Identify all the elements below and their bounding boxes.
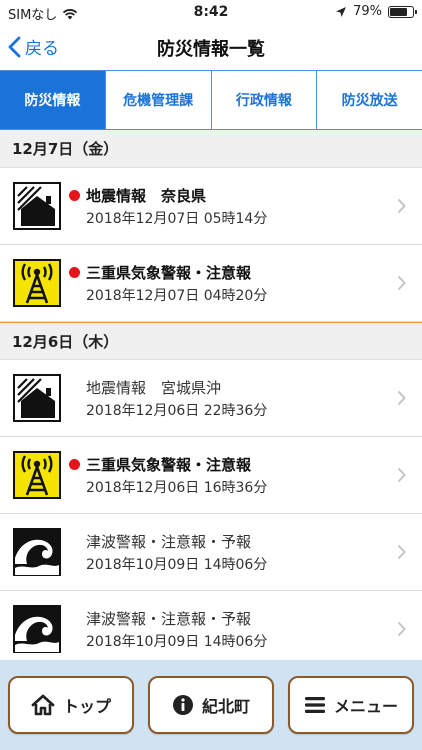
item-date: 2018年10月09日 14時06分 (86, 557, 268, 573)
item-title: 津波警報・注意報・予報 (86, 609, 252, 628)
unread-dot (69, 189, 80, 201)
bottom-toolbar: トップ 紀北町 メニュー (0, 660, 422, 750)
item-title: 地震情報 奈良県 (86, 186, 207, 205)
section-header: 12月6日（木） (0, 322, 422, 360)
unread-dot (69, 458, 80, 470)
item-date: 2018年10月09日 14時06分 (86, 634, 268, 650)
list-item[interactable]: 津波警報・注意報・予報 2018年10月09日 14時06分 (0, 591, 422, 660)
item-title: 三重県気象警報・注意報 (86, 263, 252, 282)
town-button-label: 紀北町 (201, 697, 250, 716)
battery-icon (388, 5, 417, 18)
location-arrow-icon (336, 6, 347, 17)
battery-fill (390, 7, 407, 16)
item-date: 2018年12月06日 22時36分 (86, 403, 268, 419)
chevron-right-icon (397, 621, 406, 637)
chevron-right-icon (397, 390, 406, 406)
battery-percent: 79% (353, 4, 382, 19)
weather-warning-icon (13, 451, 61, 499)
chevron-right-icon (397, 198, 406, 214)
list-item[interactable]: 三重県気象警報・注意報 2018年12月07日 04時20分 (0, 245, 422, 322)
tab-bousai-info[interactable]: 防災情報 (0, 71, 106, 129)
menu-button-label: メニュー (333, 697, 398, 716)
menu-button[interactable]: メニュー (288, 676, 414, 734)
tab-administrative-info[interactable]: 行政情報 (212, 71, 318, 129)
tab-bousai-broadcast[interactable]: 防災放送 (317, 71, 422, 129)
category-tabs: 防災情報 危機管理課 行政情報 防災放送 (0, 70, 422, 130)
page-title: 防災情報一覧 (157, 39, 265, 60)
tsunami-icon (13, 528, 61, 576)
earthquake-icon (13, 374, 61, 422)
item-date: 2018年12月06日 16時36分 (86, 480, 268, 496)
weather-warning-icon (13, 259, 61, 307)
top-button[interactable]: トップ (8, 676, 134, 734)
status-bar: SIMなし 8:42 79% (0, 0, 422, 24)
disaster-info-list[interactable]: 12月7日（金） 地震情報 奈良県 2018年12月07日 05時14分 三重県… (0, 130, 422, 660)
earthquake-icon (13, 182, 61, 230)
list-item[interactable]: 地震情報 奈良県 2018年12月07日 05時14分 (0, 168, 422, 245)
item-title: 津波警報・注意報・予報 (86, 532, 252, 551)
item-title: 三重県気象警報・注意報 (86, 455, 252, 474)
chevron-right-icon (397, 275, 406, 291)
unread-dot (69, 266, 80, 278)
section-header: 12月7日（金） (0, 130, 422, 168)
hamburger-menu-icon (304, 696, 326, 714)
town-button[interactable]: 紀北町 (148, 676, 274, 734)
chevron-right-icon (397, 544, 406, 560)
tsunami-icon (13, 605, 61, 653)
list-item[interactable]: 津波警報・注意報・予報 2018年10月09日 14時06分 (0, 514, 422, 591)
item-date: 2018年12月07日 04時20分 (86, 288, 268, 304)
chevron-right-icon (397, 467, 406, 483)
top-button-label: トップ (62, 697, 111, 716)
nav-bar: 戻る 防災情報一覧 (0, 24, 422, 70)
list-item[interactable]: 三重県気象警報・注意報 2018年12月06日 16時36分 (0, 437, 422, 514)
home-icon (31, 694, 55, 716)
tab-crisis-management[interactable]: 危機管理課 (106, 71, 212, 129)
info-icon (172, 694, 194, 716)
list-item[interactable]: 地震情報 宮城県沖 2018年12月06日 22時36分 (0, 360, 422, 437)
item-title: 地震情報 宮城県沖 (86, 378, 222, 397)
item-date: 2018年12月07日 05時14分 (86, 211, 268, 227)
